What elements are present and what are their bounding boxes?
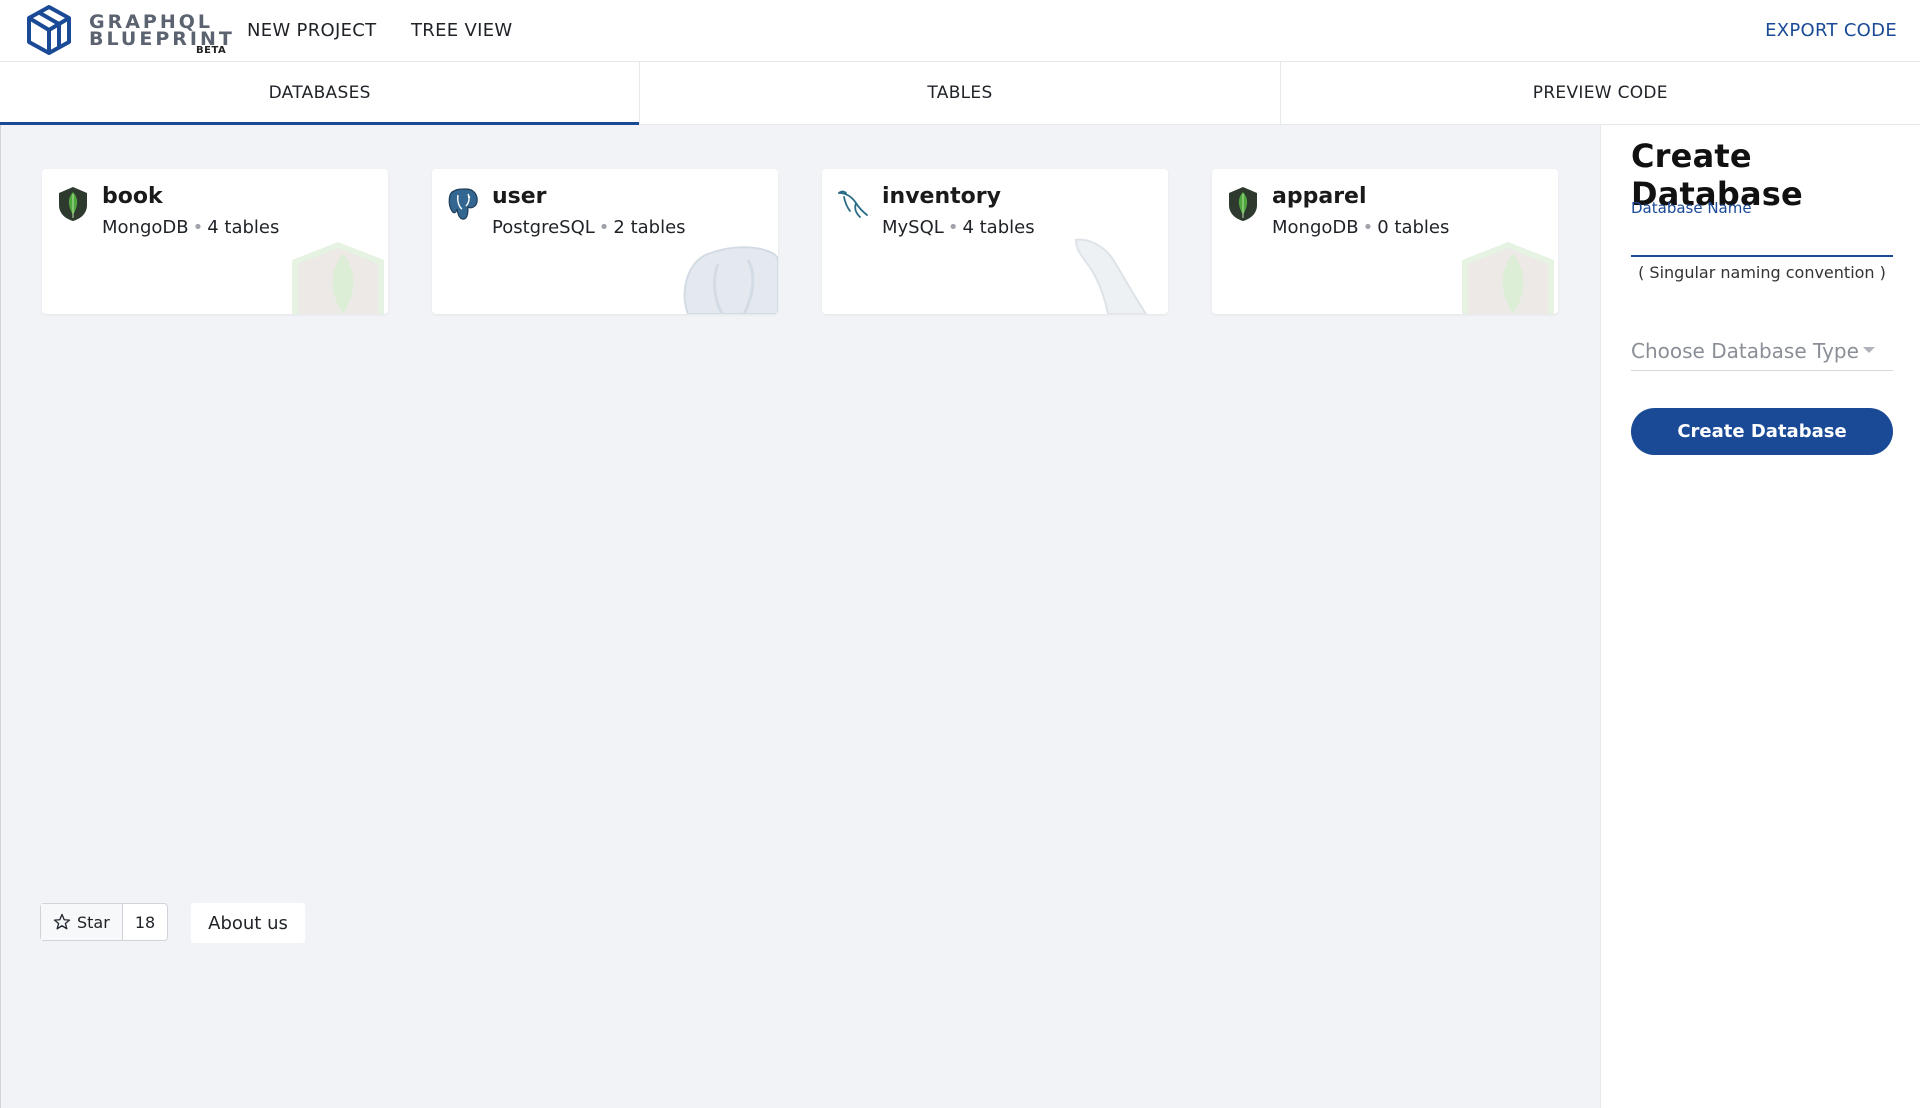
database-type-placeholder: Choose Database Type [1631, 339, 1859, 363]
brand-wordmark: GRAPHQL BLUEPRINT BETA [89, 10, 232, 56]
table-count: 4 tables [962, 217, 1035, 238]
table-count: 0 tables [1377, 217, 1450, 238]
database-name: book [102, 184, 163, 209]
mysql-watermark-icon [1074, 238, 1148, 314]
database-card-inventory[interactable]: inventory MySQL • 4 tables [822, 169, 1168, 314]
tab-tables[interactable]: TABLES [640, 62, 1281, 124]
mongodb-watermark-icon [292, 242, 384, 314]
database-card-user[interactable]: user PostgreSQL • 2 tables [432, 169, 778, 314]
create-database-panel: Create Database Database Name ( Singular… [1600, 125, 1920, 1108]
mongodb-icon [1229, 187, 1257, 221]
about-us-button[interactable]: About us [191, 903, 305, 943]
export-code-link[interactable]: EXPORT CODE [1765, 20, 1897, 41]
separator-dot: • [947, 217, 959, 238]
tab-preview-code[interactable]: PREVIEW CODE [1281, 62, 1920, 124]
separator-dot: • [1362, 217, 1374, 238]
new-project-link[interactable]: NEW PROJECT [247, 20, 376, 41]
database-card-apparel[interactable]: apparel MongoDB • 0 tables [1212, 169, 1558, 314]
database-name: inventory [882, 184, 1001, 209]
main-tabs: DATABASES TABLES PREVIEW CODE [0, 62, 1920, 125]
table-count: 4 tables [207, 217, 280, 238]
star-label: Star [77, 912, 110, 932]
database-card-book[interactable]: book MongoDB • 4 tables [42, 169, 388, 314]
beta-badge: BETA [196, 45, 227, 56]
database-type: MySQL [882, 217, 944, 238]
tree-view-link[interactable]: TREE VIEW [411, 20, 512, 41]
table-count: 2 tables [613, 217, 686, 238]
database-type: MongoDB [102, 217, 189, 238]
database-meta: PostgreSQL • 2 tables [492, 217, 686, 238]
graphql-blueprint-logo-icon[interactable] [25, 4, 73, 56]
github-star-widget: Star 18 [40, 903, 169, 941]
mongodb-watermark-icon [1462, 242, 1554, 314]
database-meta: MySQL • 4 tables [882, 217, 1035, 238]
postgresql-watermark-icon [683, 246, 778, 314]
database-canvas: book MongoDB • 4 tables user PostgreSQL • 2 … [0, 125, 1600, 1108]
separator-dot: • [598, 217, 610, 238]
database-name-input[interactable] [1631, 225, 1893, 257]
database-type-select[interactable]: Choose Database Type [1631, 333, 1893, 371]
naming-convention-hint: ( Singular naming convention ) [1638, 263, 1886, 282]
database-meta: MongoDB • 0 tables [1272, 217, 1449, 238]
database-meta: MongoDB • 4 tables [102, 217, 279, 238]
star-count[interactable]: 18 [123, 904, 167, 940]
database-name: apparel [1272, 184, 1367, 209]
database-type: MongoDB [1272, 217, 1359, 238]
github-star-button[interactable]: Star [41, 904, 123, 940]
star-icon [53, 913, 71, 930]
separator-dot: • [192, 217, 204, 238]
database-type: PostgreSQL [492, 217, 595, 238]
tab-databases[interactable]: DATABASES [0, 62, 641, 125]
mysql-icon [838, 190, 868, 218]
create-database-button[interactable]: Create Database [1631, 408, 1893, 455]
postgresql-icon [448, 188, 478, 220]
chevron-down-icon [1863, 347, 1875, 353]
mongodb-icon [59, 187, 87, 221]
database-name-label: Database Name [1631, 199, 1752, 217]
top-bar: GRAPHQL BLUEPRINT BETA NEW PROJECT TREE … [0, 0, 1920, 62]
database-name: user [492, 184, 547, 209]
